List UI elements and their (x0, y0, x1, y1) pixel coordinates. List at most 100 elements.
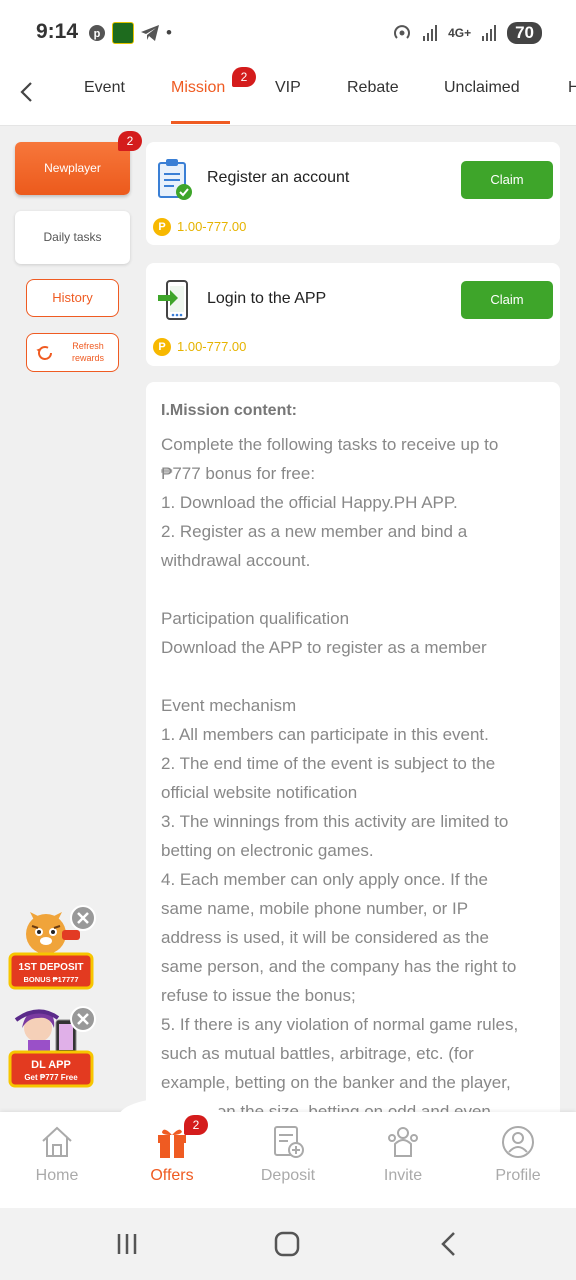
tab-mission[interactable]: Mission (171, 79, 225, 97)
promo-line2: BONUS ₱17777 (23, 975, 78, 984)
reward-range: 1.00-777.00 (177, 219, 247, 234)
mission-line: 4. Each member can only apply once. If t… (161, 870, 488, 889)
phone-login-icon (156, 279, 192, 321)
offers-badge: 2 (184, 1115, 208, 1135)
mission-line: 1. Download the official Happy.PH APP. (161, 493, 458, 512)
nav-label: Invite (383, 1167, 423, 1184)
system-icons: 4G+ 70 (392, 22, 542, 44)
network-type: 4G+ (448, 26, 472, 40)
signal-icon (423, 25, 438, 41)
mission-line (161, 575, 545, 604)
mission-line: 5. If there is any violation of normal g… (161, 1015, 519, 1034)
nav-profile[interactable]: Profile (473, 1124, 563, 1185)
mission-line: Participation qualification (161, 609, 350, 628)
daily-tasks-button[interactable]: Daily tasks (15, 211, 130, 264)
back-system-button[interactable] (430, 1228, 470, 1260)
task-card-login: Login to the APP Claim P 1.00-777.00 (146, 263, 560, 366)
claim-button[interactable]: Claim (461, 161, 553, 199)
mission-line: official website notification (161, 783, 358, 802)
mission-line: same name, mobile phone number, or IP (161, 899, 469, 918)
tab-unclaimed[interactable]: Unclaimed (444, 79, 520, 97)
refresh-label: Refresh rewards (63, 340, 113, 364)
task-card-register: Register an account Claim P 1.00-777.00 (146, 142, 560, 245)
mission-line: address is used, it will be considered a… (161, 928, 489, 947)
task-title: Register an account (207, 169, 350, 186)
tab-vip[interactable]: VIP (275, 79, 301, 97)
tab-truncated[interactable]: H (568, 79, 576, 97)
refresh-icon (35, 343, 55, 363)
profile-icon (500, 1124, 536, 1160)
promo-line1: DL APP (31, 1059, 71, 1071)
active-tab-indicator (171, 121, 230, 124)
close-icon (77, 1013, 89, 1025)
nav-label: Profile (495, 1167, 541, 1184)
recent-apps-button[interactable] (107, 1228, 147, 1260)
svg-text:p: p (94, 28, 101, 40)
home-square-icon (274, 1231, 300, 1257)
signal-icon-2 (482, 25, 497, 41)
status-bar: 9:14 p • 4G+ 70 (0, 0, 576, 62)
dot-icon: • (166, 23, 172, 42)
newplayer-badge: 2 (118, 131, 142, 151)
home-icon (39, 1124, 75, 1160)
mission-text: Complete the following tasks to receive … (161, 430, 545, 1126)
mission-line: 3. The winnings from this activity are l… (161, 812, 509, 831)
close-promo-button[interactable] (70, 1006, 96, 1032)
mission-line: betting on electronic games. (161, 841, 374, 860)
notification-icons: p • (88, 22, 172, 44)
mission-line: example, betting on the banker and the p… (161, 1073, 511, 1092)
mission-line: refuse to issue the bonus; (161, 986, 356, 1005)
mission-line: same person, and the company has the rig… (161, 957, 517, 976)
close-promo-button[interactable] (70, 905, 96, 931)
mission-line: withdrawal account. (161, 551, 311, 570)
back-button[interactable] (14, 77, 40, 107)
battery-indicator: 70 (507, 22, 542, 44)
mission-line: Complete the following tasks to receive … (161, 435, 499, 454)
refresh-rewards-button[interactable]: Refresh rewards (26, 333, 119, 372)
telegram-icon (141, 25, 159, 41)
mission-line: 2. Register as a new member and bind a (161, 522, 468, 541)
promo-line2: Get ₱777 Free (24, 1073, 78, 1082)
mission-line: 1. All members can participate in this e… (161, 725, 489, 744)
mission-line (161, 662, 545, 691)
invite-icon (385, 1124, 421, 1160)
reward-range: 1.00-777.00 (177, 339, 247, 354)
system-nav-bar (0, 1208, 576, 1280)
home-system-button[interactable] (267, 1228, 307, 1260)
nav-label: Offers (150, 1167, 194, 1184)
back-chevron-icon (441, 1232, 455, 1256)
status-time: 9:14 (36, 20, 79, 43)
nav-deposit[interactable]: Deposit (243, 1124, 333, 1185)
mission-line: Download the APP to register as a member (161, 638, 487, 657)
mission-heading: I.Mission content: (161, 402, 297, 419)
mission-line: ₱777 bonus for free: (161, 464, 316, 483)
refresh-label-line1: Refresh (72, 341, 104, 351)
chevron-left-icon (20, 82, 32, 102)
nav-invite[interactable]: Invite (358, 1124, 448, 1185)
pinterest-icon: p (89, 25, 105, 41)
recent-apps-icon (117, 1234, 137, 1254)
app-notification-icon (112, 22, 134, 44)
mission-content-panel[interactable]: I.Mission content: Complete the followin… (146, 382, 560, 1142)
nav-home[interactable]: Home (12, 1124, 102, 1185)
task-title: Login to the APP (207, 290, 327, 307)
clipboard-check-icon (156, 158, 192, 200)
history-button[interactable]: History (26, 279, 119, 317)
newplayer-button[interactable]: Newplayer (15, 142, 130, 195)
top-tab-bar: Event Mission 2 VIP Rebate Unclaimed H (0, 62, 576, 126)
promo-line1: 1ST DEPOSIT (18, 962, 83, 973)
mission-line: such as mutual battles, arbitrage, etc. … (161, 1044, 474, 1063)
nav-label: Home (35, 1167, 79, 1184)
tab-event[interactable]: Event (84, 79, 125, 97)
mission-line: Event mechanism (161, 696, 297, 715)
close-icon (77, 912, 89, 924)
refresh-label-line2: rewards (71, 353, 104, 363)
tab-rebate[interactable]: Rebate (347, 79, 399, 97)
coin-icon: P (153, 338, 171, 356)
nav-label: Deposit (260, 1167, 316, 1184)
hotspot-icon (394, 25, 410, 39)
deposit-icon (270, 1124, 306, 1160)
claim-button[interactable]: Claim (461, 281, 553, 319)
mission-line: 2. The end time of the event is subject … (161, 754, 496, 773)
mission-badge: 2 (232, 67, 256, 87)
